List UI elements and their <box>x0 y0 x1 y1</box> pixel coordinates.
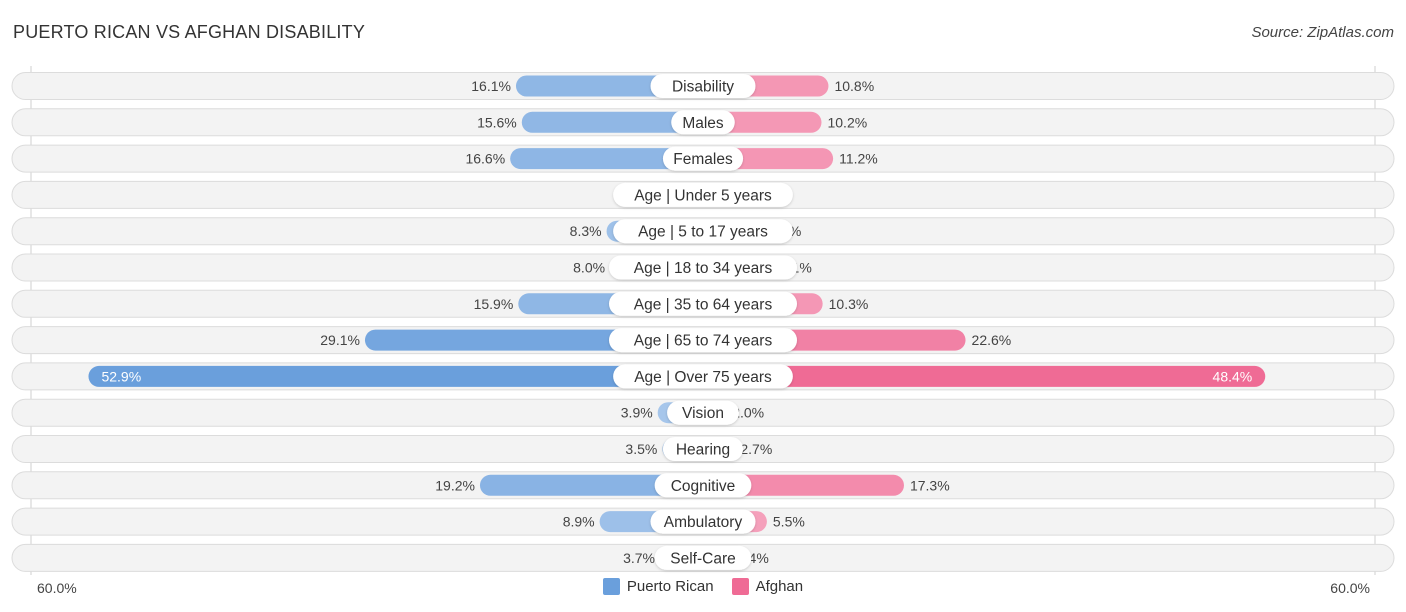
bar-row[interactable]: 16.1% 10.8% Disability <box>11 72 1395 100</box>
value-label-afghan: 5.5% <box>773 514 805 530</box>
legend-item-puerto-rican[interactable]: Puerto Rican <box>602 578 714 595</box>
legend-swatch-afghan <box>731 578 749 595</box>
category-label: Females <box>673 151 733 168</box>
category-label: Age | Under 5 years <box>634 187 772 204</box>
legend-item-afghan[interactable]: Afghan <box>731 578 804 595</box>
category-label: Males <box>682 115 724 132</box>
category-label: Ambulatory <box>664 514 743 531</box>
legend-label-puerto-rican: Puerto Rican <box>626 578 714 595</box>
value-label-puerto-rican: 3.9% <box>621 405 653 421</box>
value-label-afghan: 22.6% <box>972 332 1012 348</box>
bar-row[interactable]: 29.1% 22.6% Age | 65 to 74 years <box>11 326 1395 355</box>
bar-row[interactable]: 1.7%0.94%Age | Under 5 years <box>11 180 1395 209</box>
value-label-puerto-rican: 15.6% <box>477 114 517 130</box>
category-label: Disability <box>672 79 734 96</box>
bar-row[interactable]: 8.3%5.2%Age | 5 to 17 years <box>11 217 1395 246</box>
category-label: Vision <box>682 405 724 422</box>
category-label: Age | 35 to 64 years <box>634 296 773 313</box>
value-label-afghan: 48.4% <box>1213 368 1253 384</box>
legend-swatch-puerto-rican <box>602 578 620 595</box>
value-label-afghan: 17.3% <box>910 477 950 493</box>
bar-row[interactable]: 16.6% 11.2% Females <box>11 144 1395 173</box>
value-label-afghan: 10.2% <box>827 114 867 130</box>
category-label: Self-Care <box>670 550 735 567</box>
category-label: Age | Over 75 years <box>634 369 772 386</box>
value-label-puerto-rican: 15.9% <box>474 296 514 312</box>
category-label: Age | 5 to 17 years <box>638 224 768 241</box>
value-label-puerto-rican: 8.3% <box>570 223 602 239</box>
bar-row[interactable]: 19.2% 17.3% Cognitive <box>11 471 1395 500</box>
bar-row[interactable]: 8.9% 5.5% Ambulatory <box>11 507 1395 536</box>
diverging-bar-chart: 16.1% 10.8% Disability 15.6% 10.2% Males 16.6%… <box>11 66 1395 575</box>
value-label-afghan: 11.2% <box>839 151 878 167</box>
bar-row[interactable]: 3.7% 2.4%Self-Care <box>11 543 1395 572</box>
bar-row[interactable]: 3.5% 2.7% Hearing <box>11 435 1395 463</box>
value-label-afghan: 10.8% <box>834 78 874 94</box>
value-label-puerto-rican: 29.1% <box>320 332 360 348</box>
bar-row[interactable]: 15.9% 10.3% Age | 35 to 64 years <box>11 289 1395 318</box>
value-label-puerto-rican: 3.5% <box>625 441 657 457</box>
value-label-puerto-rican: 16.6% <box>465 151 505 167</box>
legend-label-afghan: Afghan <box>755 578 804 595</box>
category-label: Cognitive <box>671 478 736 495</box>
bar-row[interactable]: 3.9% 2.0%Vision <box>11 398 1395 427</box>
bar-row[interactable]: 15.6% 10.2% Males <box>11 108 1395 137</box>
category-label: Age | 18 to 34 years <box>634 260 773 277</box>
value-label-puerto-rican: 52.9% <box>101 368 141 384</box>
value-label-afghan: 10.3% <box>829 296 869 312</box>
category-label: Hearing <box>676 442 730 459</box>
value-label-puerto-rican: 8.0% <box>573 260 605 276</box>
value-label-puerto-rican: 19.2% <box>435 477 475 493</box>
bar-row[interactable]: 8.0%6.1%Age | 18 to 34 years <box>11 253 1395 282</box>
category-label: Age | 65 to 74 years <box>634 333 773 350</box>
value-label-afghan: 2.7% <box>740 441 772 457</box>
value-label-puerto-rican: 16.1% <box>471 78 511 94</box>
bar-row[interactable]: 52.9% 48.4% Age | Over 75 years <box>11 362 1395 391</box>
value-label-puerto-rican: 8.9% <box>563 514 595 530</box>
legend: Puerto Rican Afghan <box>0 578 1406 595</box>
value-label-puerto-rican: 3.7% <box>623 550 655 566</box>
